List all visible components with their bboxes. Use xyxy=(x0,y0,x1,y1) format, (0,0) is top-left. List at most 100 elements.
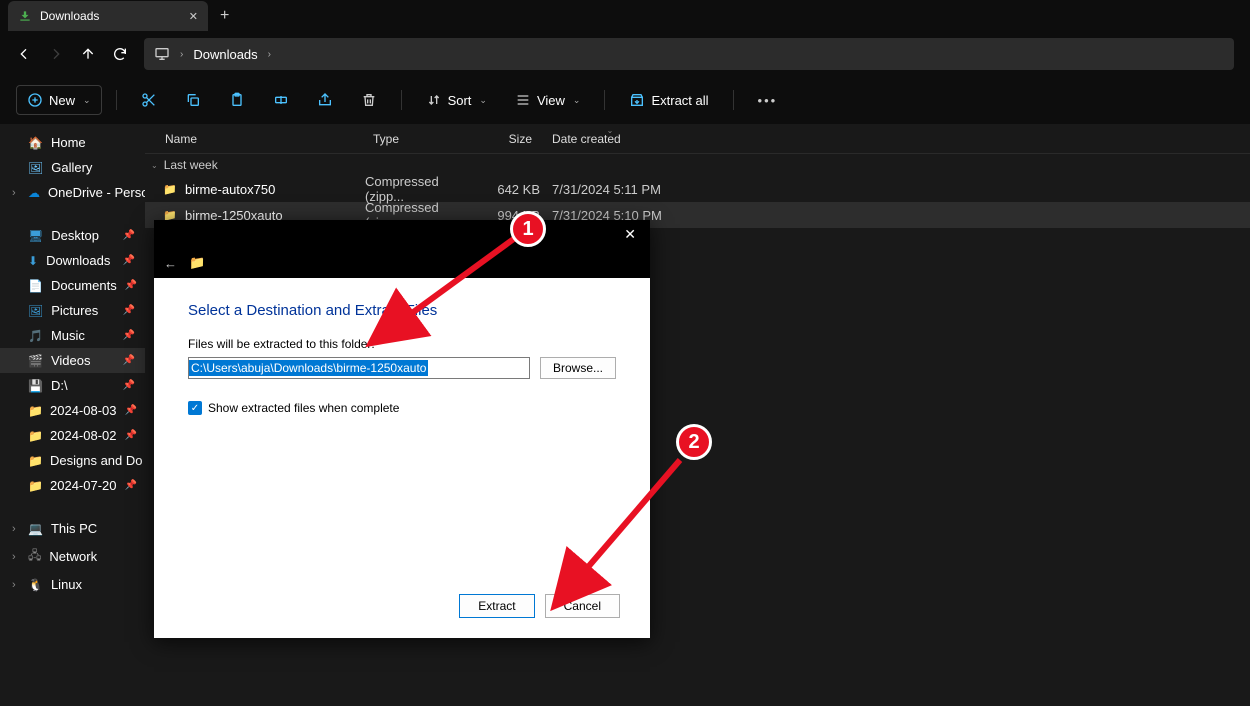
sidebar-label: Downloads xyxy=(46,253,110,268)
column-size[interactable]: Size xyxy=(470,132,540,146)
chevron-down-icon: ⌄ xyxy=(573,95,581,106)
paste-button[interactable] xyxy=(219,86,255,114)
sidebar-item-desktop[interactable]: 🖥Desktop📌 xyxy=(0,223,145,248)
address-bar[interactable]: › Downloads › xyxy=(144,38,1234,70)
checkbox-checked-icon[interactable]: ✓ xyxy=(188,401,202,415)
file-row[interactable]: 📁birme-autox750Compressed (zipp...642 KB… xyxy=(145,176,1250,202)
sidebar-item-network[interactable]: 🖧Network xyxy=(0,541,145,572)
video-icon: 🎬 xyxy=(28,354,43,368)
network-icon: 🖧 xyxy=(28,546,41,567)
sidebar-item-folder2[interactable]: 📁2024-08-02📌 xyxy=(0,423,145,448)
group-header[interactable]: ⌄Last week xyxy=(145,154,1250,176)
sort-indicator-icon: ⌄ xyxy=(607,126,614,135)
sidebar-label: Documents xyxy=(51,278,117,293)
list-icon xyxy=(515,92,531,108)
pin-icon: 📌 xyxy=(123,355,135,366)
sidebar-item-music[interactable]: 🎵Music📌 xyxy=(0,323,145,348)
gallery-icon: 🖼 xyxy=(28,161,43,175)
delete-button[interactable] xyxy=(351,86,387,114)
dialog-body: Select a Destination and Extract Files F… xyxy=(154,278,650,638)
file-size: 642 KB xyxy=(470,182,540,197)
back-button[interactable] xyxy=(16,46,32,62)
chevron-down-icon: ⌄ xyxy=(83,95,91,106)
plus-circle-icon xyxy=(27,92,43,108)
sidebar-item-videos[interactable]: 🎬Videos📌 xyxy=(0,348,145,373)
chevron-right-icon: › xyxy=(180,49,183,60)
folder-icon: 📁 xyxy=(28,404,42,418)
folder-icon: 📁 xyxy=(189,255,205,271)
extract-button[interactable]: Extract xyxy=(459,594,534,618)
show-files-checkbox-row[interactable]: ✓ Show extracted files when complete xyxy=(188,401,616,415)
sidebar-item-drive-d[interactable]: 💾D:\📌 xyxy=(0,373,145,398)
file-name: birme-autox750 xyxy=(185,182,275,197)
refresh-button[interactable] xyxy=(112,46,128,62)
toolbar: New ⌄ Sort ⌄ View ⌄ Extract all ••• xyxy=(0,76,1250,124)
breadcrumb-location[interactable]: Downloads xyxy=(193,47,257,62)
folder-icon: 📁 xyxy=(28,479,42,493)
sidebar-item-pictures[interactable]: 🖼Pictures📌 xyxy=(0,298,145,323)
extract-all-button[interactable]: Extract all xyxy=(619,86,718,114)
folder-icon: 📁 xyxy=(28,454,42,468)
dialog-title: Select a Destination and Extract Files xyxy=(188,302,616,319)
sidebar-item-folder1[interactable]: 📁2024-08-03📌 xyxy=(0,398,145,423)
close-icon[interactable]: ✕ xyxy=(618,226,642,243)
separator xyxy=(733,90,734,110)
pin-icon: 📌 xyxy=(123,305,135,316)
sidebar-item-folder4[interactable]: 📁2024-07-20📌 xyxy=(0,473,145,498)
back-icon[interactable]: ← xyxy=(164,256,177,271)
desktop-icon: 🖥 xyxy=(28,229,43,243)
new-label: New xyxy=(49,93,75,108)
destination-path-input[interactable]: C:\Users\abuja\Downloads\birme-1250xauto xyxy=(188,357,530,379)
pin-icon: 📌 xyxy=(125,480,137,491)
document-icon: 📄 xyxy=(28,279,43,293)
cancel-button[interactable]: Cancel xyxy=(545,594,620,618)
forward-button xyxy=(48,46,64,62)
rename-icon xyxy=(273,92,289,108)
sidebar-item-thispc[interactable]: 💻This PC xyxy=(0,516,145,541)
download-icon: ⬇ xyxy=(28,254,38,268)
sidebar-item-gallery[interactable]: 🖼Gallery xyxy=(0,155,145,180)
title-bar: Downloads ✕ + xyxy=(0,0,1250,32)
chevron-down-icon: ⌄ xyxy=(151,161,158,170)
column-date[interactable]: ⌄Date created xyxy=(540,132,680,146)
sidebar-label: OneDrive - Persona xyxy=(48,185,145,200)
extract-icon xyxy=(629,92,645,108)
sidebar-item-linux[interactable]: 🐧Linux xyxy=(0,572,145,597)
view-button[interactable]: View ⌄ xyxy=(505,86,591,114)
checkbox-label: Show extracted files when complete xyxy=(208,401,399,415)
column-name[interactable]: Name xyxy=(145,132,365,146)
new-button[interactable]: New ⌄ xyxy=(16,85,102,115)
chevron-down-icon: ⌄ xyxy=(479,95,487,106)
share-button[interactable] xyxy=(307,86,343,114)
pin-icon: 📌 xyxy=(125,430,137,441)
sort-icon xyxy=(426,92,442,108)
browse-button[interactable]: Browse... xyxy=(540,357,616,379)
sidebar-item-folder3[interactable]: 📁Designs and Do📌 xyxy=(0,448,145,473)
music-icon: 🎵 xyxy=(28,329,43,343)
sidebar-label: D:\ xyxy=(51,378,68,393)
sidebar-item-home[interactable]: 🏠 Home xyxy=(0,130,145,155)
sidebar-item-downloads[interactable]: ⬇Downloads📌 xyxy=(0,248,145,273)
rename-button[interactable] xyxy=(263,86,299,114)
sidebar-label: This PC xyxy=(51,521,97,536)
dialog-nav: ← 📁 xyxy=(154,248,650,278)
sidebar-label: Music xyxy=(51,328,85,343)
drive-icon: 💾 xyxy=(28,379,43,393)
cut-button[interactable] xyxy=(131,86,167,114)
window-tab[interactable]: Downloads ✕ xyxy=(8,1,208,31)
sidebar-label: Home xyxy=(51,135,86,150)
dialog-prompt: Files will be extracted to this folder: xyxy=(188,337,616,351)
pin-icon: 📌 xyxy=(123,230,135,241)
home-icon: 🏠 xyxy=(28,136,43,150)
new-tab-button[interactable]: + xyxy=(208,7,241,25)
sidebar-item-documents[interactable]: 📄Documents📌 xyxy=(0,273,145,298)
chevron-right-icon: › xyxy=(268,49,271,60)
up-button[interactable] xyxy=(80,46,96,62)
scissors-icon xyxy=(141,92,157,108)
copy-button[interactable] xyxy=(175,86,211,114)
close-icon[interactable]: ✕ xyxy=(189,10,198,23)
more-button[interactable]: ••• xyxy=(748,87,788,114)
sort-button[interactable]: Sort ⌄ xyxy=(416,86,497,114)
sidebar-item-onedrive[interactable]: ☁OneDrive - Persona xyxy=(0,180,145,205)
column-type[interactable]: Type xyxy=(365,132,470,146)
